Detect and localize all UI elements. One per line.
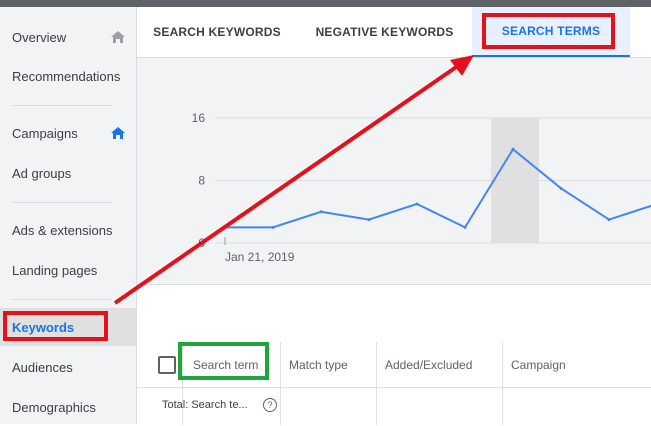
sidebar-item-ad-groups[interactable]: Ad groups <box>0 154 136 192</box>
column-header-label: Campaign <box>511 357 566 372</box>
tab-search-keywords[interactable]: SEARCH KEYWORDS <box>137 7 297 57</box>
sidebar-divider <box>12 202 112 203</box>
chart-data-point <box>223 225 227 229</box>
home-icon <box>111 127 125 139</box>
sidebar-divider <box>12 105 112 106</box>
total-row-label: Total: Search te... <box>162 399 248 411</box>
chart-data-point <box>511 147 515 151</box>
chart-x-tick-label: Jan 21, 2019 <box>225 250 295 264</box>
chart-data-point <box>559 186 563 190</box>
sidebar-item-demographics[interactable]: Demographics <box>0 388 136 426</box>
performance-chart: 16 8 0 Jan 21, 2019 <box>137 58 651 284</box>
sidebar-item-label: Landing pages <box>12 262 98 278</box>
home-icon <box>111 31 125 43</box>
chart-y-tick-label: 0 <box>198 236 205 250</box>
sidebar-item-label: Campaigns <box>12 125 78 141</box>
sidebar-item-overview[interactable]: Overview <box>0 18 136 56</box>
row-separator <box>137 387 651 388</box>
chart-data-point <box>319 210 323 214</box>
column-header-match-type[interactable]: Match type <box>289 342 348 387</box>
select-all-checkbox[interactable] <box>158 356 176 374</box>
column-header-added-excluded[interactable]: Added/Excluded <box>385 342 472 387</box>
chart-svg: 16 8 0 Jan 21, 2019 <box>192 111 651 264</box>
help-icon[interactable]: ? <box>263 398 277 412</box>
sidebar-item-label: Demographics <box>12 399 96 415</box>
annotation-box-keywords <box>3 311 108 341</box>
sidebar-item-label: Ads & extensions <box>12 222 113 238</box>
column-separator <box>502 342 503 425</box>
column-separator <box>280 342 281 425</box>
chart-y-tick-label: 16 <box>192 111 206 125</box>
sidebar-item-campaigns[interactable]: Campaigns <box>0 114 136 152</box>
column-header-campaign[interactable]: Campaign <box>511 342 566 387</box>
chart-data-point <box>415 202 419 206</box>
sidebar-item-label: Overview <box>12 29 67 45</box>
sidebar-item-ads-extensions[interactable]: Ads & extensions <box>0 211 136 249</box>
tab-label: NEGATIVE KEYWORDS <box>315 25 454 39</box>
column-header-label: Match type <box>289 357 348 372</box>
sidebar-item-label: Recommendations <box>12 68 121 84</box>
annotation-box-search-terms <box>482 13 615 49</box>
annotation-box-search-term-column <box>178 342 269 380</box>
column-separator <box>376 342 377 425</box>
chart-data-point <box>271 225 275 229</box>
column-header-label: Added/Excluded <box>385 357 473 372</box>
chart-series-line <box>225 147 651 229</box>
sidebar-item-label: Ad groups <box>12 165 72 181</box>
sidebar-item-audiences[interactable]: Audiences <box>0 348 136 386</box>
sidebar-item-label: Audiences <box>12 359 73 375</box>
tab-label: SEARCH KEYWORDS <box>153 25 281 39</box>
top-bar <box>0 0 651 7</box>
chart-data-point <box>607 218 611 222</box>
sidebar-item-recommendations[interactable]: Recommendations <box>0 57 136 95</box>
chart-data-point <box>367 218 371 222</box>
sidebar-item-landing-pages[interactable]: Landing pages <box>0 251 136 289</box>
tab-negative-keywords[interactable]: NEGATIVE KEYWORDS <box>297 7 472 57</box>
chart-data-point <box>463 225 467 229</box>
sidebar-nav: Overview Recommendations Campaigns Ad gr… <box>0 7 137 424</box>
chart-y-tick-label: 8 <box>198 174 205 188</box>
sidebar-divider <box>12 299 112 300</box>
